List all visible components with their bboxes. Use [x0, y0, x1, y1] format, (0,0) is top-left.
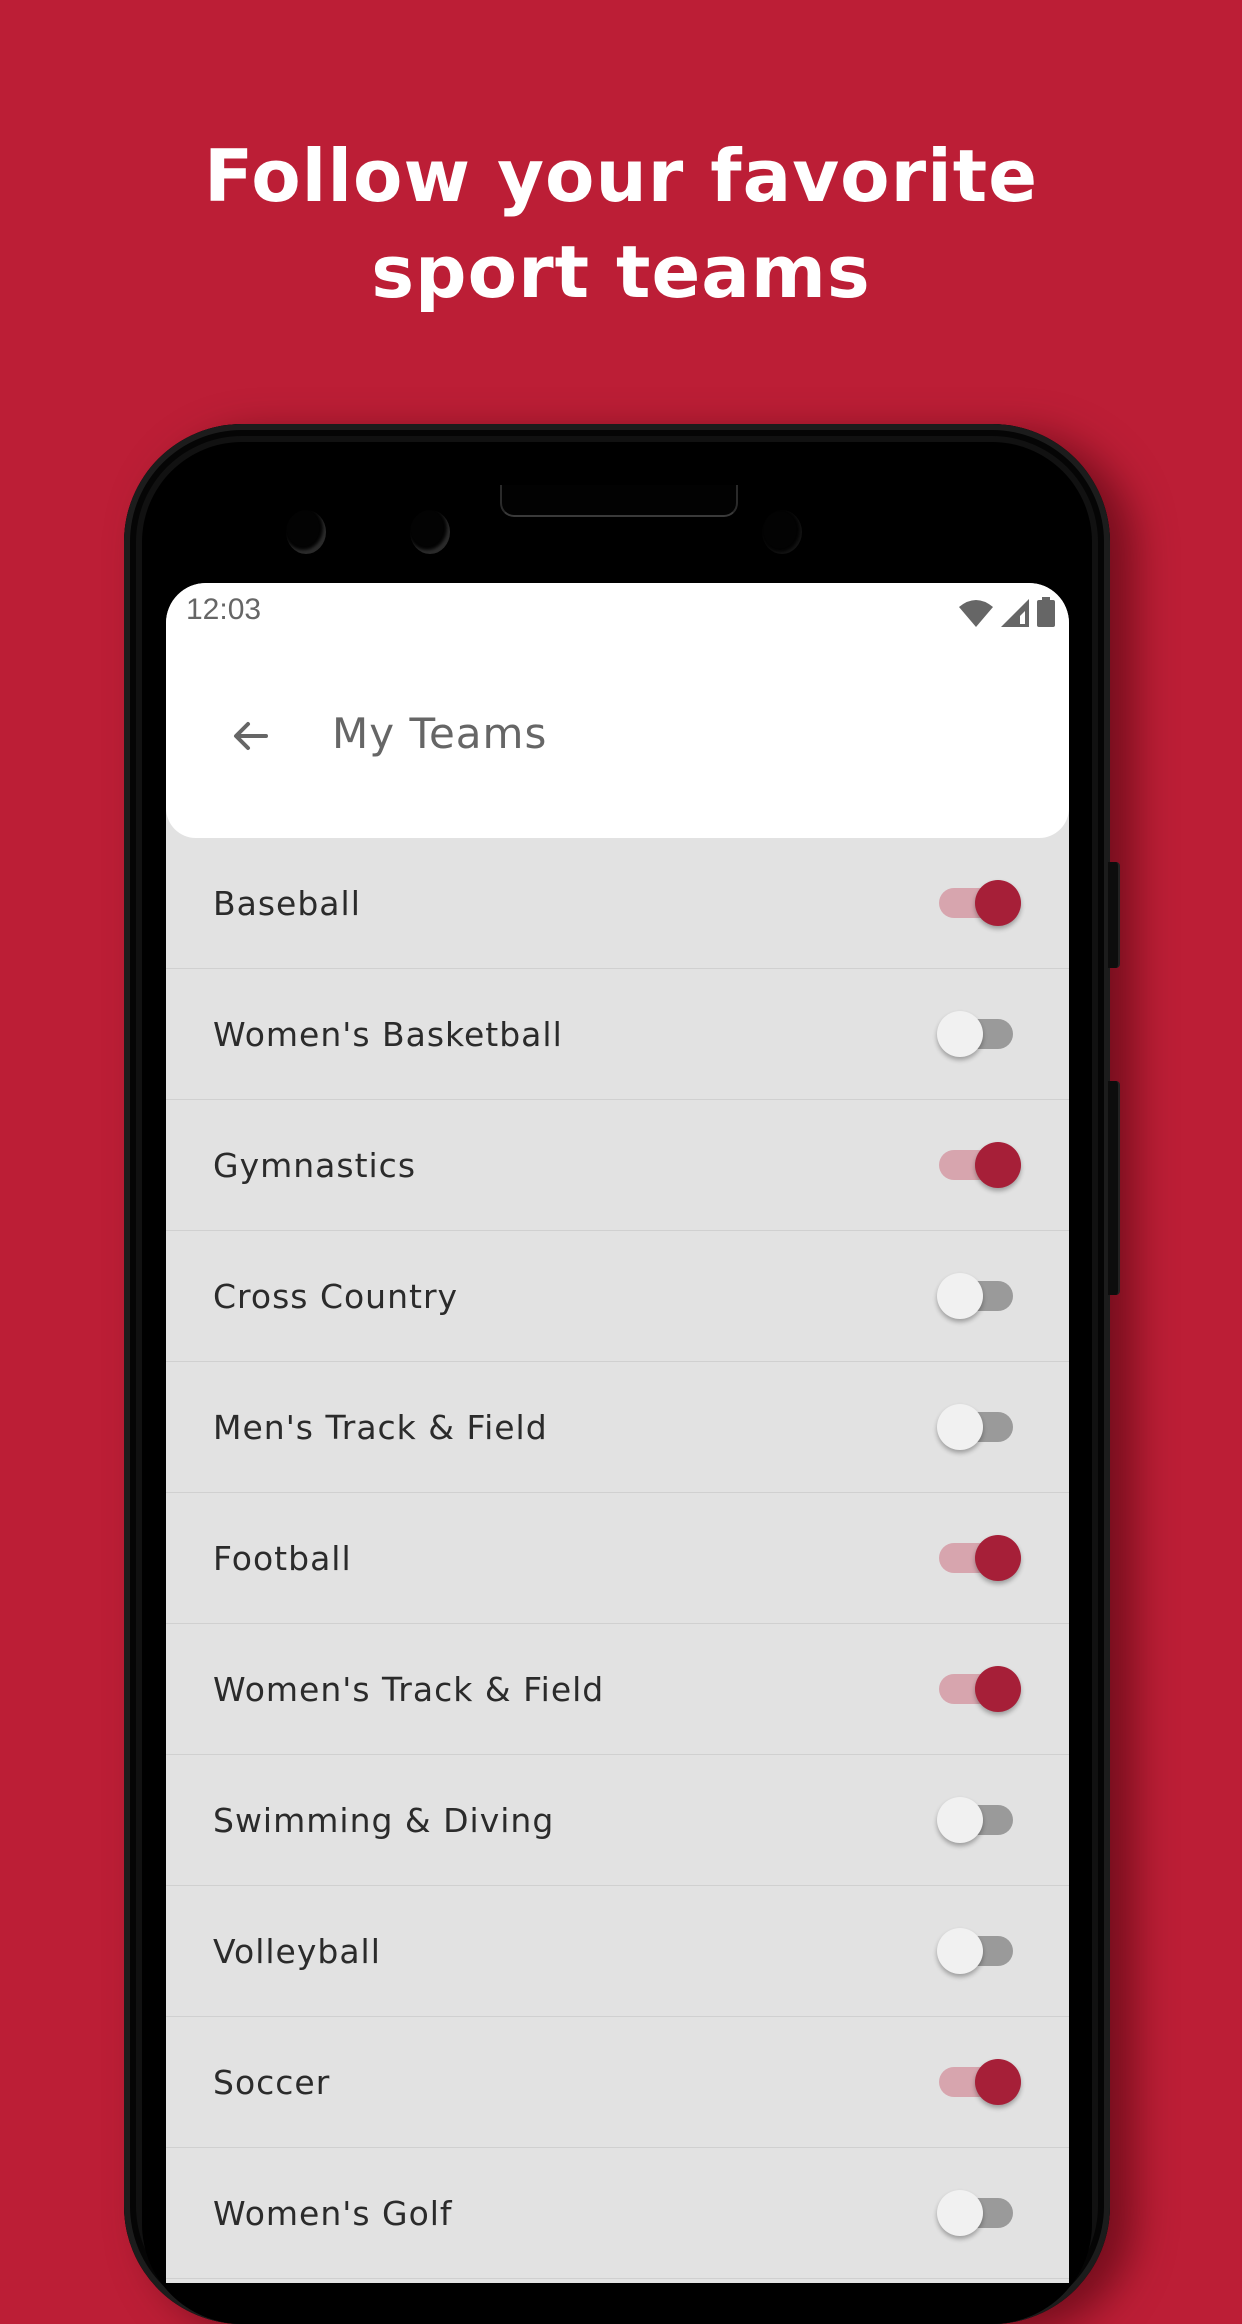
wifi-icon	[959, 600, 993, 627]
power-button	[1108, 862, 1120, 968]
follow-toggle[interactable]	[937, 1528, 1021, 1588]
team-row[interactable]: Soccer	[166, 2017, 1069, 2148]
follow-toggle[interactable]	[937, 1135, 1021, 1195]
status-time: 12:03	[186, 593, 262, 626]
team-row[interactable]: Gymnastics	[166, 1100, 1069, 1231]
team-row[interactable]: Swimming & Diving	[166, 1755, 1069, 1886]
follow-toggle[interactable]	[937, 2052, 1021, 2112]
follow-toggle[interactable]	[937, 1397, 1019, 1457]
toggle-thumb	[937, 2190, 983, 2236]
status-icons	[959, 597, 1055, 627]
light-sensor	[762, 510, 802, 554]
headline-line-1: Follow your favorite	[203, 134, 1039, 218]
app-bar: 12:03 My Teams	[166, 583, 1069, 838]
team-row[interactable]: Football	[166, 1493, 1069, 1624]
follow-toggle[interactable]	[937, 873, 1021, 933]
arrow-left-icon	[234, 722, 268, 750]
team-name: Cross Country	[213, 1276, 459, 1316]
toggle-thumb	[937, 1928, 983, 1974]
phone-screen: 12:03 My Teams Baseball Women's Basketba…	[166, 583, 1069, 2283]
follow-toggle[interactable]	[937, 1004, 1019, 1064]
follow-toggle[interactable]	[937, 1790, 1019, 1850]
toggle-thumb	[937, 1404, 983, 1450]
team-name: Swimming & Diving	[213, 1800, 555, 1840]
follow-toggle[interactable]	[937, 2183, 1019, 2243]
team-name: Football	[213, 1538, 352, 1578]
proximity-sensor	[410, 510, 450, 554]
toggle-thumb	[975, 1142, 1021, 1188]
toggle-thumb	[937, 1797, 983, 1843]
volume-button	[1108, 1081, 1120, 1295]
front-camera	[286, 510, 326, 554]
follow-toggle[interactable]	[937, 1266, 1019, 1326]
team-name: Gymnastics	[213, 1145, 417, 1185]
team-row[interactable]: Volleyball	[166, 1886, 1069, 2017]
toggle-thumb	[937, 1011, 983, 1057]
battery-icon	[1037, 597, 1055, 627]
team-row[interactable]: Women's Golf	[166, 2148, 1069, 2279]
team-list: Baseball Women's Basketball Gymnastics C…	[166, 838, 1069, 2279]
toggle-thumb	[975, 880, 1021, 926]
team-name: Women's Golf	[213, 2193, 453, 2233]
team-row[interactable]: Women's Track & Field	[166, 1624, 1069, 1755]
earpiece-speaker	[500, 485, 738, 517]
team-name: Volleyball	[213, 1931, 381, 1971]
toggle-thumb	[975, 1535, 1021, 1581]
signal-icon	[1001, 599, 1029, 627]
promo-headline: Follow your favorite sport teams	[0, 128, 1242, 320]
toggle-thumb	[937, 1273, 983, 1319]
toggle-thumb	[975, 2059, 1021, 2105]
team-row[interactable]: Baseball	[166, 838, 1069, 969]
team-name: Men's Track & Field	[213, 1407, 548, 1447]
team-name: Baseball	[213, 883, 361, 923]
team-name: Women's Basketball	[213, 1014, 563, 1054]
follow-toggle[interactable]	[937, 1921, 1019, 1981]
page-title: My Teams	[332, 709, 548, 758]
team-row[interactable]: Women's Basketball	[166, 969, 1069, 1100]
team-name: Women's Track & Field	[213, 1669, 605, 1709]
headline-line-2: sport teams	[371, 230, 871, 314]
team-row[interactable]: Cross Country	[166, 1231, 1069, 1362]
team-name: Soccer	[213, 2062, 331, 2102]
follow-toggle[interactable]	[937, 1659, 1021, 1719]
toggle-thumb	[975, 1666, 1021, 1712]
team-row[interactable]: Men's Track & Field	[166, 1362, 1069, 1493]
back-button[interactable]	[226, 711, 276, 761]
